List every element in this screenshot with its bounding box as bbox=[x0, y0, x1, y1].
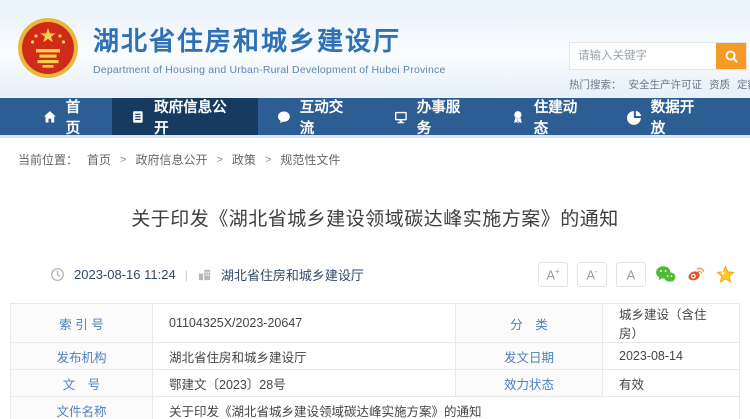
breadcrumb-item-policy[interactable]: 政策 bbox=[232, 151, 256, 168]
breadcrumb-label: 当前位置： bbox=[18, 153, 79, 167]
main-nav: 首页 政府信息公开 互动交流 办事服务 住建动态 数据开放 bbox=[0, 98, 750, 137]
article-meta-left: 2023-08-16 11:24 | 湖北省住房和城乡建设厅 bbox=[50, 265, 364, 284]
field-value-index-number: 01104325X/2023-20647 bbox=[152, 303, 456, 343]
nav-item-news[interactable]: 住建动态 bbox=[492, 98, 609, 137]
breadcrumb: 当前位置： 首页 > 政府信息公开 > 政策 > 规范性文件 bbox=[0, 138, 750, 168]
medal-icon bbox=[514, 110, 522, 124]
nav-item-home[interactable]: 首页 bbox=[24, 98, 112, 137]
nav-item-open-data[interactable]: 数据开放 bbox=[609, 98, 726, 137]
brand-text: 湖北省住房和城乡建设厅 Department of Housing and Ur… bbox=[93, 21, 446, 76]
field-value-document-title: 关于印发《湖北省城乡建设领域碳达峰实施方案》的通知 bbox=[152, 396, 740, 419]
field-label-document-number: 文 号 bbox=[10, 369, 153, 397]
monitor-icon bbox=[394, 111, 407, 123]
field-value-issuing-agency: 湖北省住房和城乡建设厅 bbox=[152, 342, 456, 370]
breadcrumb-item-normative-docs[interactable]: 规范性文件 bbox=[280, 151, 340, 168]
nav-item-interaction[interactable]: 互动交流 bbox=[258, 98, 375, 137]
weibo-icon[interactable] bbox=[685, 264, 706, 285]
font-size-increase-button[interactable]: A+ bbox=[538, 262, 568, 287]
article-meta-row: 2023-08-16 11:24 | 湖北省住房和城乡建设厅 A+ A- A bbox=[50, 262, 736, 287]
favorite-star-icon[interactable] bbox=[715, 264, 736, 285]
chat-bubble-icon bbox=[277, 110, 290, 123]
nav-label: 数据开放 bbox=[650, 99, 695, 137]
site-header: 湖北省住房和城乡建设厅 Department of Housing and Ur… bbox=[0, 0, 750, 98]
home-icon bbox=[43, 110, 56, 123]
publish-source: 湖北省住房和城乡建设厅 bbox=[220, 268, 364, 283]
nav-label: 政府信息公开 bbox=[154, 99, 227, 137]
hot-search-item-3[interactable]: 定额 bbox=[737, 77, 750, 92]
field-value-category: 城乡建设（含住房） bbox=[602, 303, 740, 343]
field-label-issuing-agency: 发布机构 bbox=[10, 342, 153, 370]
nav-label: 互动交流 bbox=[299, 99, 344, 137]
breadcrumb-separator: > bbox=[216, 153, 223, 166]
field-value-issue-date: 2023-08-14 bbox=[602, 342, 740, 370]
search-input[interactable] bbox=[570, 43, 716, 69]
site-brand: 湖北省住房和城乡建设厅 Department of Housing and Ur… bbox=[16, 16, 446, 80]
table-row: 文件名称 关于印发《湖北省城乡建设领域碳达峰实施方案》的通知 bbox=[10, 396, 740, 419]
meta-divider: | bbox=[184, 267, 188, 282]
national-emblem-logo bbox=[18, 18, 78, 78]
hot-search-item-1[interactable]: 安全生产许可证 bbox=[629, 77, 703, 92]
article-main: 关于印发《湖北省城乡建设领域碳达峰实施方案》的通知 2023-08-16 11:… bbox=[0, 204, 750, 419]
table-row: 发布机构 湖北省住房和城乡建设厅 发文日期 2023-08-14 bbox=[10, 342, 740, 370]
document-icon bbox=[133, 110, 143, 123]
breadcrumb-separator: > bbox=[120, 153, 127, 166]
nav-item-services[interactable]: 办事服务 bbox=[375, 98, 492, 137]
site-title: 湖北省住房和城乡建设厅 bbox=[93, 25, 402, 56]
breadcrumb-separator: > bbox=[264, 153, 272, 166]
search-box bbox=[569, 42, 747, 70]
field-value-document-number: 鄂建文〔2023〕28号 bbox=[152, 369, 456, 397]
publish-date: 2023-08-16 11:24 bbox=[74, 267, 176, 282]
table-row: 索 引 号 01104325X/2023-20647 分 类 城乡建设（含住房） bbox=[10, 303, 740, 343]
nav-label: 住建动态 bbox=[533, 99, 578, 137]
nav-item-gov-info[interactable]: 政府信息公开 bbox=[112, 98, 258, 137]
field-label-issue-date: 发文日期 bbox=[455, 342, 603, 370]
hot-search-bar: 热门搜索： 安全生产许可证 资质 定额 bbox=[569, 77, 750, 92]
field-value-validity-status: 有效 bbox=[602, 369, 740, 397]
field-label-index-number: 索 引 号 bbox=[10, 303, 153, 343]
search-icon bbox=[725, 50, 738, 63]
table-row: 文 号 鄂建文〔2023〕28号 效力状态 有效 bbox=[10, 369, 740, 397]
field-label-category: 分 类 bbox=[455, 303, 603, 343]
article-meta-right: A+ A- A bbox=[538, 262, 736, 287]
font-size-reset-button[interactable]: A bbox=[616, 262, 646, 287]
field-label-document-title: 文件名称 bbox=[10, 396, 153, 419]
font-size-decrease-button[interactable]: A- bbox=[577, 262, 607, 287]
field-label-validity-status: 效力状态 bbox=[455, 369, 603, 397]
breadcrumb-item-gov-info[interactable]: 政府信息公开 bbox=[135, 151, 207, 168]
breadcrumb-item-home[interactable]: 首页 bbox=[87, 151, 111, 168]
pie-chart-icon bbox=[627, 110, 642, 125]
wechat-icon[interactable] bbox=[655, 264, 676, 285]
clock-icon bbox=[51, 268, 64, 281]
header-search-area: 热门搜索： 安全生产许可证 资质 定额 bbox=[569, 42, 750, 92]
site-subtitle: Department of Housing and Urban-Rural De… bbox=[93, 63, 446, 76]
organization-icon bbox=[198, 269, 210, 281]
hot-search-item-2[interactable]: 资质 bbox=[709, 77, 730, 92]
article-title: 关于印发《湖北省城乡建设领域碳达峰实施方案》的通知 bbox=[131, 209, 619, 230]
hot-search-label: 热门搜索： bbox=[569, 79, 622, 91]
search-button[interactable] bbox=[716, 43, 746, 69]
nav-label: 首页 bbox=[65, 99, 81, 137]
info-table: 索 引 号 01104325X/2023-20647 分 类 城乡建设（含住房）… bbox=[10, 303, 740, 419]
nav-label: 办事服务 bbox=[416, 99, 461, 137]
